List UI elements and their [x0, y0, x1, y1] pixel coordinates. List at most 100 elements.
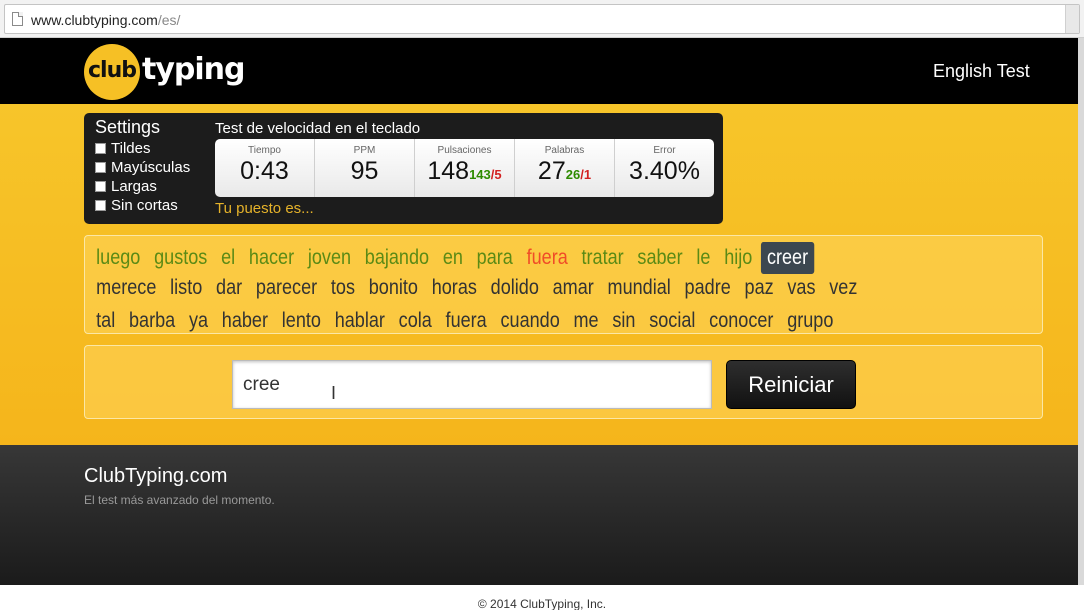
metric-pulsaciones: Pulsaciones 148143/5 — [415, 139, 515, 197]
word: sin — [612, 309, 636, 332]
page-icon — [12, 12, 23, 26]
word: amar — [552, 276, 594, 299]
word: barba — [129, 309, 176, 332]
word: lento — [281, 309, 321, 332]
word: me — [573, 309, 599, 332]
address-bar-scrollbar[interactable] — [1065, 5, 1079, 33]
setting-tildes[interactable]: Tildes — [95, 140, 150, 157]
word: hablar — [334, 309, 385, 332]
url-text[interactable]: www.clubtyping.com/es/ — [31, 12, 180, 28]
logo-club-text: club — [88, 58, 137, 83]
word: saber — [637, 246, 683, 269]
metric-label: Pulsaciones — [437, 145, 492, 156]
word: tratar — [581, 246, 624, 269]
site-footer: ClubTyping.com El test más avanzado del … — [0, 445, 1084, 585]
rank-link[interactable]: Tu puesto es... — [215, 200, 314, 217]
site-logo[interactable]: club typing — [84, 44, 254, 100]
metric-value-group: 148143/5 — [415, 157, 514, 186]
setting-label: Tildes — [111, 140, 151, 157]
metric-value: 148 — [427, 157, 470, 185]
address-bar[interactable]: www.clubtyping.com/es/ — [4, 4, 1080, 34]
logo-typing-text: typing — [142, 52, 245, 87]
metric-label: Palabras — [544, 145, 585, 156]
setting-label: Largas — [111, 178, 157, 195]
text-cursor-icon: I — [331, 383, 337, 403]
word: tos — [330, 276, 355, 299]
english-test-link[interactable]: English Test — [933, 61, 1030, 82]
word: joven — [307, 246, 352, 269]
words-line-2: merece listo dar parecer tos bonito horas dolid… — [91, 276, 866, 300]
metric-value: 0:43 — [240, 157, 289, 185]
word: bajando — [364, 246, 430, 269]
metric-palabras: Palabras 2726/1 — [515, 139, 615, 197]
word: para — [476, 246, 513, 269]
word: padre — [684, 276, 731, 299]
metric-tiempo: Tiempo 0:43 — [215, 139, 315, 197]
word: dar — [216, 276, 243, 299]
input-area: I Reiniciar — [84, 345, 1043, 419]
metric-value-group: 2726/1 — [515, 157, 614, 186]
word: grupo — [787, 309, 834, 332]
words-line-3: tal barba ya haber lento hablar cola fuera cuand… — [91, 309, 842, 333]
word: cuando — [500, 309, 560, 332]
current-word: creer — [760, 242, 815, 274]
setting-mayusculas[interactable]: Mayúsculas — [95, 159, 190, 176]
metric-correct-count: 143 — [469, 167, 491, 182]
metric-label: PPM — [353, 145, 376, 156]
metric-label: Tiempo — [248, 145, 281, 156]
setting-label: Sin cortas — [111, 197, 178, 214]
word: cola — [398, 309, 432, 332]
word: en — [442, 246, 463, 269]
word: vez — [829, 276, 858, 299]
word: haber — [221, 309, 268, 332]
restart-button[interactable]: Reiniciar — [726, 360, 856, 409]
word: luego — [96, 246, 141, 269]
metric-value: 27 — [537, 157, 566, 185]
word: vas — [787, 276, 816, 299]
setting-sin-cortas[interactable]: Sin cortas — [95, 197, 178, 214]
page-scrollbar[interactable] — [1078, 38, 1084, 585]
word: el — [221, 246, 236, 269]
word: le — [696, 246, 711, 269]
word: hacer — [248, 246, 295, 269]
word: parecer — [255, 276, 318, 299]
checkbox-sin-cortas[interactable] — [95, 200, 106, 211]
metric-error: Error 3.40% — [615, 139, 714, 197]
footer-title: ClubTyping.com — [84, 465, 228, 487]
site-header: club typing English Test — [0, 38, 1084, 104]
word: conocer — [709, 309, 774, 332]
word: dolido — [490, 276, 539, 299]
word: listo — [170, 276, 203, 299]
setting-largas[interactable]: Largas — [95, 178, 157, 195]
word: mundial — [607, 276, 671, 299]
typing-input[interactable] — [232, 360, 712, 409]
word: merece — [96, 276, 157, 299]
metric-label: Error — [653, 145, 676, 156]
metric-ppm: PPM 95 — [315, 139, 415, 197]
metric-correct-count: 26 — [565, 167, 581, 182]
stats-panel: Settings Tildes Mayúsculas Largas Sin co… — [84, 113, 723, 224]
checkbox-largas[interactable] — [95, 181, 106, 192]
word: social — [649, 309, 696, 332]
word: paz — [744, 276, 774, 299]
word: horas — [431, 276, 477, 299]
metric-error-count: 1 — [583, 167, 592, 182]
settings-title: Settings — [95, 117, 161, 137]
metric-value: 95 — [350, 157, 379, 185]
test-title: Test de velocidad en el teclado — [215, 120, 421, 137]
metric-error-count: 5 — [494, 167, 502, 182]
checkbox-tildes[interactable] — [95, 143, 106, 154]
footer-subtitle: El test más avanzado del momento. — [84, 493, 275, 507]
word: fuera — [445, 309, 487, 332]
metric-value: 3.40% — [629, 157, 700, 185]
checkbox-mayusculas[interactable] — [95, 162, 106, 173]
url-domain: www.clubtyping.com — [31, 12, 158, 28]
browser-toolbar: www.clubtyping.com/es/ — [0, 0, 1084, 38]
url-path: /es/ — [157, 12, 181, 28]
setting-label: Mayúsculas — [111, 159, 191, 176]
word: tal — [96, 309, 116, 332]
word: bonito — [368, 276, 418, 299]
words-box: luego gustos el hacer joven bajando en para fuer… — [84, 235, 1043, 334]
word: gustos — [154, 246, 208, 269]
words-line-1: luego gustos el hacer joven bajando en para fuer… — [91, 242, 818, 274]
